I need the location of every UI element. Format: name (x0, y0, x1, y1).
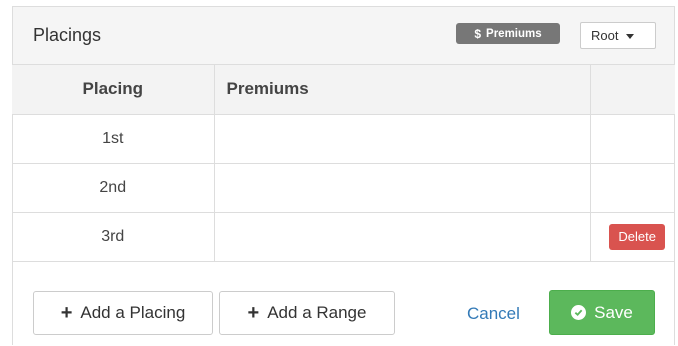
caret-down-icon (626, 33, 635, 39)
placings-panel: Placings $ Premiums Root Placing Premium… (12, 6, 675, 345)
placing-cell: 1st (12, 113, 215, 164)
dollar-icon: $ (474, 26, 482, 41)
header-placing: Placing (12, 65, 215, 115)
premiums-label: $ Premiums (456, 23, 560, 44)
root-select-value: Root (591, 28, 619, 43)
table-row: 2nd (12, 162, 675, 213)
check-circle-icon (571, 305, 587, 320)
add-range-label: Add a Range (267, 303, 367, 322)
actions-cell (589, 162, 675, 213)
premiums-cell[interactable] (213, 211, 591, 262)
add-placing-button[interactable]: + Add a Placing (33, 291, 213, 335)
cancel-link[interactable]: Cancel (467, 304, 520, 324)
plus-icon: + (247, 302, 260, 324)
panel-heading: Placings $ Premiums Root (13, 7, 674, 65)
table-row: 1st (12, 113, 675, 164)
table-header-row: Placing Premiums (12, 65, 675, 115)
save-label: Save (594, 302, 633, 322)
actions-cell (589, 113, 675, 164)
table-row: 3rd Delete (12, 211, 675, 262)
panel-footer: + Add a Placing + Add a Range Cancel Sav… (13, 283, 676, 346)
root-select[interactable]: Root (580, 22, 656, 49)
plus-icon: + (60, 302, 73, 324)
header-premiums: Premiums (213, 65, 591, 115)
header-actions (589, 65, 675, 115)
premiums-cell[interactable] (213, 162, 591, 213)
actions-cell: Delete (589, 211, 675, 262)
save-button[interactable]: Save (549, 290, 655, 335)
placing-cell: 2nd (12, 162, 215, 213)
placings-table: Placing Premiums 1st 2nd 3rd Delete (12, 65, 675, 262)
add-placing-label: Add a Placing (80, 303, 186, 322)
panel-title: Placings (33, 25, 102, 45)
delete-button[interactable]: Delete (609, 223, 665, 250)
add-range-button[interactable]: + Add a Range (219, 291, 395, 335)
premiums-cell[interactable] (213, 113, 591, 164)
placing-cell: 3rd (12, 211, 215, 262)
premiums-label-text: Premiums (486, 27, 542, 40)
